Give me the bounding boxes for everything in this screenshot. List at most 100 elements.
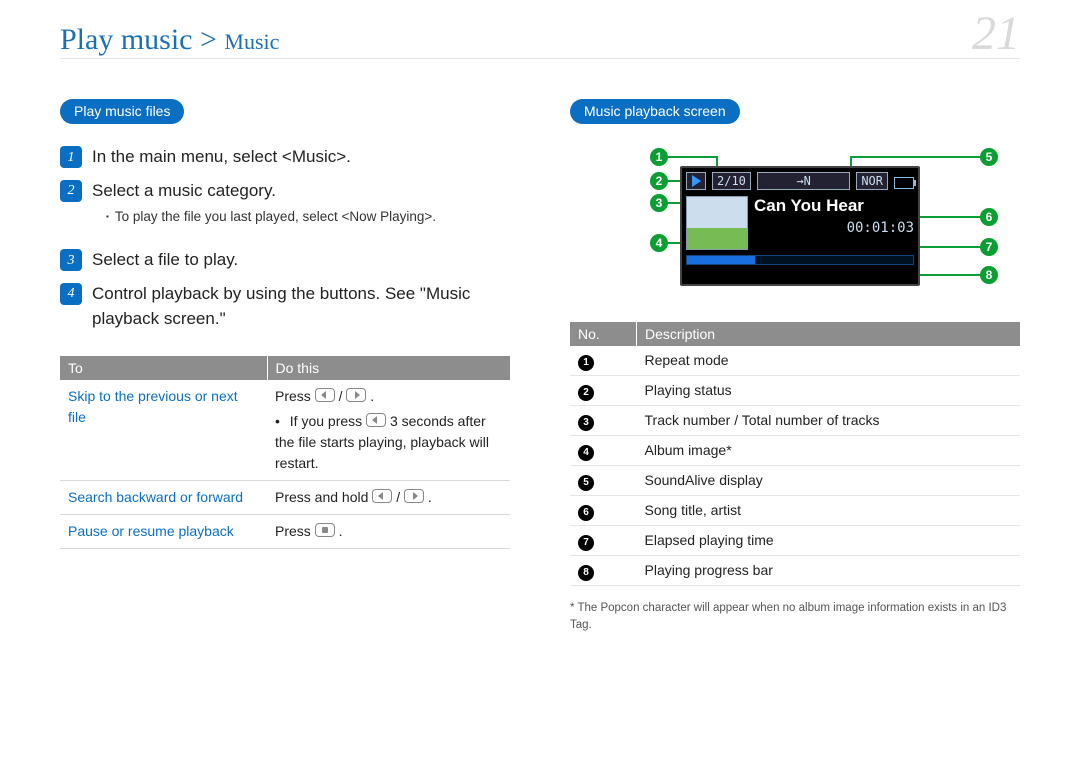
callout-line (667, 202, 681, 204)
section-pill-play-files: Play music files (60, 99, 184, 124)
table-row: 4 Album image* (570, 436, 1020, 466)
desc-text: Song title, artist (637, 496, 1021, 526)
col-no: No. (570, 322, 637, 346)
bullet-number-icon: 8 (578, 565, 594, 581)
desc-text: Repeat mode (637, 346, 1021, 376)
table-row: Pause or resume playback Press . (60, 514, 510, 548)
step-number-icon: 2 (60, 180, 82, 202)
do-post: . (339, 523, 343, 539)
desc-text: Playing status (637, 376, 1021, 406)
album-image (686, 196, 748, 250)
desc-no: 4 (570, 436, 637, 466)
table-row: 5 SoundAlive display (570, 466, 1020, 496)
breadcrumb: Play music > Music (60, 23, 279, 57)
bullet-number-icon: 4 (578, 445, 594, 461)
callout-5-icon: 5 (980, 148, 998, 166)
row-do: Press / . If you press 3 seconds after t… (267, 380, 510, 481)
description-table: No. Description 1 Repeat mode2Playing sta… (570, 322, 1020, 586)
track-counter: 2/10 (712, 172, 751, 190)
footnote: * The Popcon character will appear when … (570, 600, 1020, 635)
desc-text: Elapsed playing time (637, 526, 1021, 556)
callout-4-icon: 4 (650, 234, 668, 252)
left-column: Play music files 1 In the main menu, sel… (60, 99, 510, 635)
step-2: 2 Select a music category. To play the f… (60, 178, 510, 240)
row-to: Search backward or forward (60, 480, 267, 514)
do-sep: / (396, 489, 404, 505)
row-do: Press . (267, 514, 510, 548)
callout-line (667, 156, 717, 158)
desc-no: 1 (570, 346, 637, 376)
step-number-icon: 1 (60, 146, 82, 168)
desc-text: SoundAlive display (637, 466, 1021, 496)
desc-no: 6 (570, 496, 637, 526)
breadcrumb-main: Play music > (60, 23, 217, 56)
repeat-mode-icon: →N (757, 172, 850, 190)
screen-status-row: 2/10 →N NOR (682, 168, 918, 190)
do-text: Press and hold (275, 489, 372, 505)
col-desc: Description (637, 322, 1021, 346)
callout-7-icon: 7 (980, 238, 998, 256)
right-button-icon (346, 388, 366, 402)
table-row: 6 Song title, artist (570, 496, 1020, 526)
playback-diagram: 1 2 3 4 5 6 7 8 2/10 →N (570, 144, 1010, 304)
bullet-number-icon: 5 (578, 475, 594, 491)
callout-line (920, 246, 982, 248)
table-row: 8 Playing progress bar (570, 556, 1020, 586)
row-to: Skip to the previous or next file (60, 380, 267, 481)
left-button-icon (366, 413, 386, 427)
do-sep: / (339, 388, 347, 404)
bullet-number-icon: 6 (578, 505, 594, 521)
table-row: 7Elapsed playing time (570, 526, 1020, 556)
battery-icon (894, 177, 914, 189)
row-to: Pause or resume playback (60, 514, 267, 548)
section-pill-playback-screen: Music playback screen (570, 99, 740, 124)
song-title: Can You Hear (754, 196, 914, 216)
right-button-icon (404, 489, 424, 503)
do-text: Press (275, 523, 315, 539)
table-row: Search backward or forward Press and hol… (60, 480, 510, 514)
elapsed-time: 00:01:03 (754, 220, 914, 236)
desc-no: 8 (570, 556, 637, 586)
step-text: Select a music category. (92, 181, 276, 200)
step-number-icon: 4 (60, 283, 82, 305)
bullet-number-icon: 1 (578, 355, 594, 371)
desc-no: 7 (570, 526, 637, 556)
left-button-icon (315, 388, 335, 402)
left-button-icon (372, 489, 392, 503)
do-bullet: If you press 3 seconds after the file st… (275, 411, 502, 474)
table-row: Skip to the previous or next file Press … (60, 380, 510, 481)
bullet-pre: If you press (290, 413, 366, 429)
desc-no: 2 (570, 376, 637, 406)
page-header: Play music > Music 21 (60, 10, 1020, 59)
steps-list: 1 In the main menu, select <Music>. 2 Se… (60, 144, 510, 332)
callout-3-icon: 3 (650, 194, 668, 212)
col-do: Do this (267, 356, 510, 380)
desc-text: Playing progress bar (637, 556, 1021, 586)
table-row: 2Playing status (570, 376, 1020, 406)
row-do: Press and hold / . (267, 480, 510, 514)
do-text: Press (275, 388, 315, 404)
do-post: . (370, 388, 374, 404)
callout-line (920, 216, 982, 218)
desc-no: 3 (570, 406, 637, 436)
desc-text: Album image* (637, 436, 1021, 466)
callout-8-icon: 8 (980, 266, 998, 284)
callout-6-icon: 6 (980, 208, 998, 226)
song-info: Can You Hear 00:01:03 (754, 196, 914, 250)
callout-2-icon: 2 (650, 172, 668, 190)
device-screen: 2/10 →N NOR Can You Hear 00:01:03 (680, 166, 920, 286)
center-button-icon (315, 523, 335, 537)
col-to: To (60, 356, 267, 380)
step-text: In the main menu, select <Music>. (92, 144, 351, 170)
callout-1-icon: 1 (650, 148, 668, 166)
step-text: Select a file to play. (92, 247, 238, 273)
controls-table: To Do this Skip to the previous or next … (60, 356, 510, 549)
table-row: 1 Repeat mode (570, 346, 1020, 376)
desc-text: Track number / Total number of tracks (637, 406, 1021, 436)
page-number: 21 (972, 10, 1020, 58)
progress-bar (686, 255, 914, 265)
do-post: . (428, 489, 432, 505)
step-number-icon: 3 (60, 249, 82, 271)
callout-line (920, 274, 982, 276)
right-column: Music playback screen 1 2 3 4 5 6 7 8 (570, 99, 1020, 635)
